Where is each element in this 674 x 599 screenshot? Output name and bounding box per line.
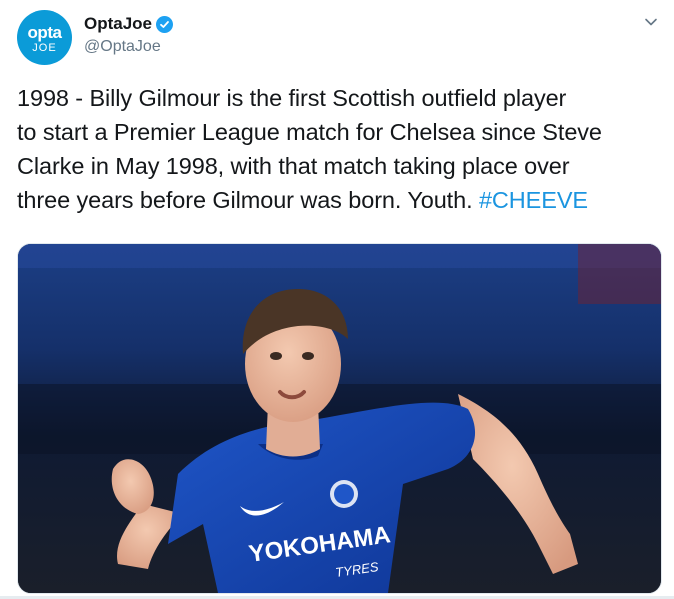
tweet-line: to start a Premier League match for Chel… xyxy=(17,119,602,145)
author-names: OptaJoe @OptaJoe xyxy=(84,14,174,56)
tweet-text: 1998 - Billy Gilmour is the first Scotti… xyxy=(17,81,657,217)
chevron-down-icon[interactable] xyxy=(644,15,658,29)
player-photo: YOKOHAMA TYRES xyxy=(18,244,661,593)
verified-badge-icon xyxy=(156,15,174,33)
tweet-line: 1998 - Billy Gilmour is the first Scotti… xyxy=(17,85,567,111)
handle[interactable]: @OptaJoe xyxy=(84,38,173,56)
display-name[interactable]: OptaJoe xyxy=(84,14,152,34)
tweet-card: opta JOE OptaJoe @OptaJoe 1998 - Billy G… xyxy=(0,0,674,599)
tweet-photo[interactable]: YOKOHAMA TYRES xyxy=(17,243,662,594)
tweet-line: three years before Gilmour was born. You… xyxy=(17,183,657,217)
display-name-row[interactable]: OptaJoe xyxy=(84,14,174,34)
hashtag-link[interactable]: #CHEEVE xyxy=(479,187,588,213)
avatar-brand: opta xyxy=(27,22,62,42)
avatar-sub: JOE xyxy=(32,41,57,54)
avatar[interactable]: opta JOE xyxy=(17,10,72,65)
tweet-line-text: three years before Gilmour was born. You… xyxy=(17,187,479,213)
tweet-line: Clarke in May 1998, with that match taki… xyxy=(17,153,570,179)
